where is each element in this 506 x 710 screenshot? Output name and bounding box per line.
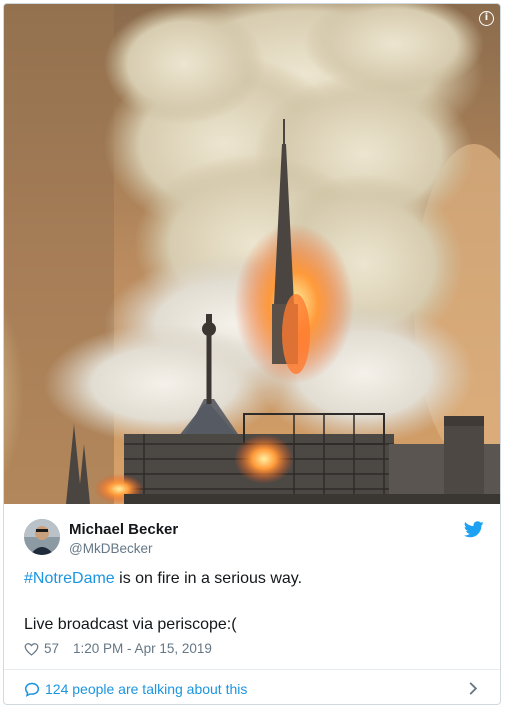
chevron-right-icon[interactable] xyxy=(468,681,478,696)
tweet-photo[interactable]: i xyxy=(4,4,500,504)
info-icon[interactable]: i xyxy=(479,11,494,26)
timestamp[interactable]: 1:20 PM - Apr 15, 2019 xyxy=(73,641,212,656)
speech-bubble-icon xyxy=(24,682,40,697)
author-handle[interactable]: @MkDBecker xyxy=(69,541,152,556)
tweet-embed-card: i Michael Becker @MkDBecker #NotreDame i… xyxy=(3,3,501,705)
hashtag-link[interactable]: #NotreDame xyxy=(24,570,115,587)
avatar[interactable] xyxy=(24,519,60,555)
conversation-link[interactable]: 124 people are talking about this xyxy=(4,669,500,704)
tweet-text-body: is on fire in a serious way. xyxy=(114,570,303,587)
tweet-text: #NotreDame is on fire in a serious way. xyxy=(24,569,302,589)
like-count[interactable]: 57 xyxy=(44,641,59,656)
tweet-meta: 57 1:20 PM - Apr 15, 2019 xyxy=(24,641,212,656)
tweet-text-line2: Live broadcast via periscope:( xyxy=(24,616,237,633)
tweet-header: Michael Becker @MkDBecker xyxy=(24,519,484,559)
notre-dame-fire-image xyxy=(4,4,500,504)
talking-count-label[interactable]: 124 people are talking about this xyxy=(45,681,247,697)
author-name[interactable]: Michael Becker xyxy=(69,521,178,538)
heart-icon[interactable] xyxy=(24,642,39,656)
twitter-bird-icon[interactable] xyxy=(464,521,484,538)
